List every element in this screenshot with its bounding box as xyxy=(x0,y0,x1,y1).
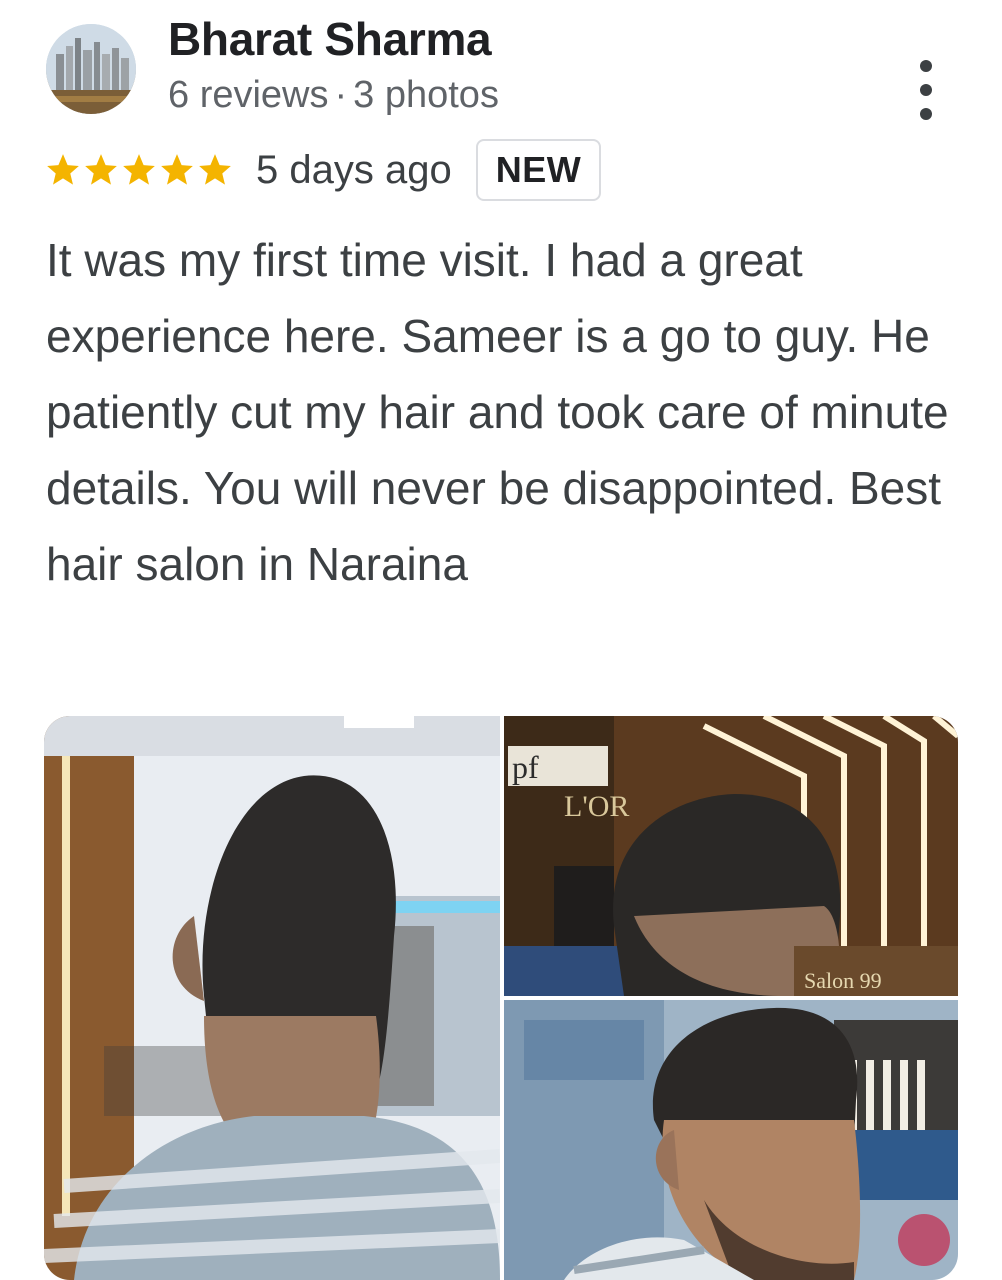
photo-haircut-back-icon xyxy=(44,716,500,1280)
star-icon xyxy=(123,154,155,185)
review-photo-3[interactable] xyxy=(504,1000,958,1280)
more-vert-icon xyxy=(920,60,932,72)
more-vert-icon xyxy=(920,108,932,120)
review-count: 6 reviews xyxy=(168,74,329,116)
star-rating xyxy=(44,151,234,189)
photo-haircut-side-icon xyxy=(504,1000,958,1280)
more-options-button[interactable] xyxy=(906,60,946,120)
star-icon xyxy=(85,154,117,185)
more-vert-icon xyxy=(920,84,932,96)
review-photo-2[interactable]: pf L'OR Salon 99 xyxy=(504,716,958,996)
star-icon xyxy=(161,154,193,185)
photo-sign-salon: Salon 99 xyxy=(804,968,882,993)
city-skyline-icon xyxy=(46,24,136,114)
star-icon xyxy=(47,154,79,185)
author-avatar[interactable] xyxy=(46,24,136,114)
photo-sign-pf: pf xyxy=(512,749,539,785)
author-name[interactable]: Bharat Sharma xyxy=(168,12,492,66)
review-photo-1[interactable] xyxy=(44,716,500,1280)
rating-row: 5 days ago NEW xyxy=(44,139,602,201)
photo-count: 3 photos xyxy=(353,74,499,116)
meta-separator: · xyxy=(334,74,348,116)
star-icon xyxy=(199,154,231,185)
review-text: It was my first time visit. I had a grea… xyxy=(46,234,949,590)
review-photos: pf L'OR Salon 99 xyxy=(44,716,958,1280)
author-meta: 6 reviews · 3 photos xyxy=(168,74,499,117)
photo-sign-loreal: L'OR xyxy=(564,790,629,823)
photo-haircut-salon-icon: pf L'OR Salon 99 xyxy=(504,716,958,996)
review-date: 5 days ago xyxy=(256,147,452,192)
new-badge: NEW xyxy=(475,139,602,201)
